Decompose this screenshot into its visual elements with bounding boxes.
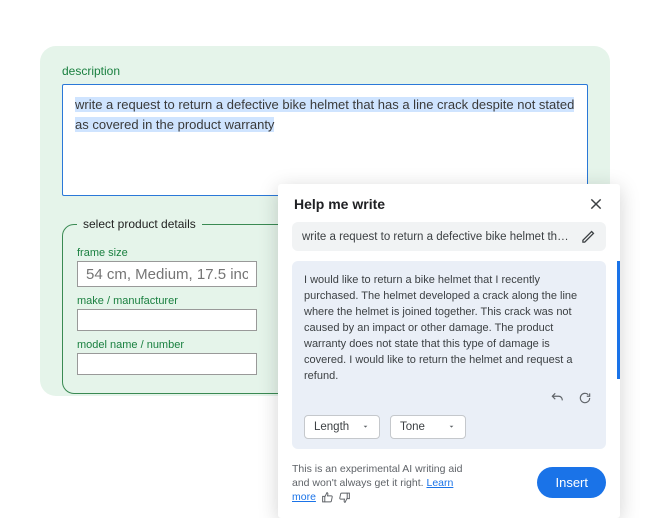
length-label: Length [314,421,349,433]
chevron-down-icon [447,422,456,431]
refine-row: Length Tone [304,415,594,439]
make-input[interactable] [77,309,257,331]
thumbs-down-icon[interactable] [338,491,351,504]
tone-select[interactable]: Tone [390,415,466,439]
undo-icon[interactable] [550,391,564,405]
result-actions [304,391,594,405]
refresh-icon[interactable] [578,391,592,405]
description-textarea[interactable]: write a request to return a defective bi… [62,84,588,196]
description-selected-text: write a request to return a defective bi… [75,97,574,132]
hmw-body: write a request to return a defective bi… [278,222,620,451]
hmw-footer: This is an experimental AI writing aid a… [278,451,620,518]
result-box: I would like to return a bike helmet tha… [292,261,606,449]
hmw-header: Help me write [278,184,620,222]
length-select[interactable]: Length [304,415,380,439]
pencil-icon[interactable] [581,229,596,244]
disclaimer: This is an experimental AI writing aid a… [292,462,477,505]
frame-size-input[interactable] [77,261,257,287]
prompt-text: write a request to return a defective bi… [302,231,573,243]
tone-label: Tone [400,421,425,433]
result-text: I would like to return a bike helmet tha… [304,273,594,385]
model-input[interactable] [77,353,257,375]
fieldset-legend: select product details [77,217,202,231]
description-label: description [62,64,588,78]
close-icon[interactable] [588,196,604,212]
model-label: model name / number [77,339,287,351]
insert-button[interactable]: Insert [537,467,606,498]
make-label: make / manufacturer [77,295,287,307]
side-accent [617,261,620,379]
chevron-down-icon [361,422,370,431]
prompt-pill: write a request to return a defective bi… [292,222,606,251]
product-details-fieldset: select product details frame size make /… [62,224,302,394]
hmw-title: Help me write [294,196,385,212]
help-me-write-panel: Help me write write a request to return … [278,184,620,518]
frame-size-label: frame size [77,247,287,259]
thumbs-up-icon[interactable] [321,491,334,504]
